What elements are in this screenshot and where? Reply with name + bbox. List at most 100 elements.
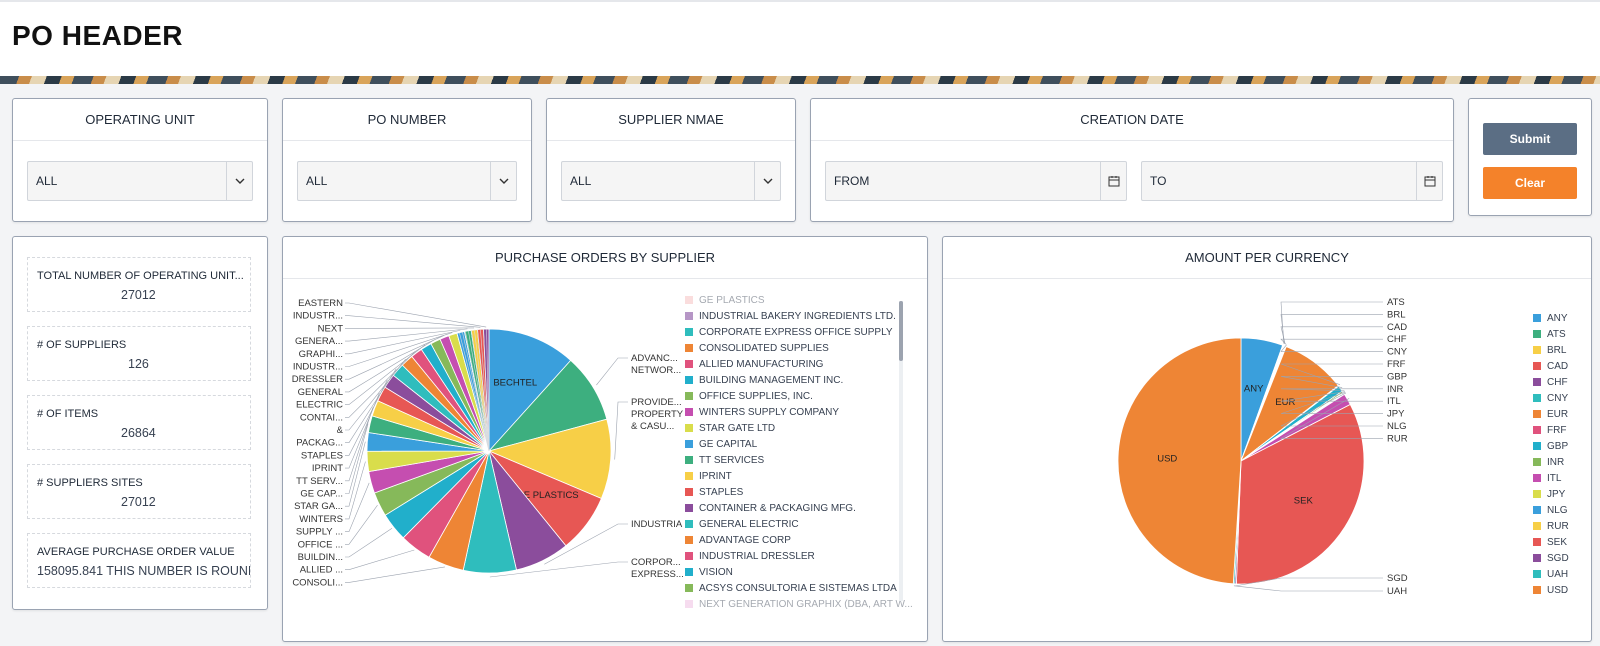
slice-label: GENERAL: [298, 387, 343, 398]
legend-item[interactable]: JPY: [1533, 489, 1565, 505]
slice-label: CHF: [1387, 334, 1407, 345]
pie-slice-usd[interactable]: [1117, 337, 1242, 585]
legend-label: USD: [1547, 585, 1569, 596]
slice-label: CAD: [1387, 322, 1407, 333]
slice-label: ITL: [1387, 396, 1401, 407]
legend-item[interactable]: INDUSTRIAL DRESSLER: [685, 551, 815, 567]
calendar-icon[interactable]: [1100, 162, 1126, 200]
legend-item[interactable]: STAR GATE LTD: [685, 423, 775, 439]
legend-swatch: [1533, 458, 1541, 466]
submit-button[interactable]: Submit: [1483, 123, 1577, 155]
legend-item[interactable]: CONTAINER & PACKAGING MFG.: [685, 503, 856, 519]
legend-item[interactable]: FRF: [1533, 425, 1566, 441]
slice-label: JPY: [1387, 409, 1405, 420]
legend-label: GE CAPITAL: [699, 439, 758, 450]
po-number-label: PO NUMBER: [283, 99, 531, 141]
legend-item[interactable]: GE CAPITAL: [685, 439, 757, 455]
slice-label: INDUSTRIAL BAKERY ...: [631, 519, 683, 530]
legend-item[interactable]: BUILDING MANAGEMENT INC.: [685, 375, 843, 391]
legend-swatch: [1533, 490, 1541, 498]
page-header: PO HEADER: [0, 0, 1600, 76]
legend-item[interactable]: IPRINT: [685, 471, 732, 487]
leader-line: [1280, 338, 1383, 345]
slice-label: ATS: [1387, 297, 1405, 308]
legend-item[interactable]: TT SERVICES: [685, 455, 764, 471]
legend-label: IPRINT: [699, 471, 732, 482]
slice-label: NLG: [1387, 421, 1407, 432]
slice-label: CNY: [1387, 347, 1408, 358]
legend-swatch: [685, 376, 693, 384]
stat-average-po-value: AVERAGE PURCHASE ORDER VALUE 158095.841 …: [27, 533, 251, 588]
legend-item[interactable]: INDUSTRIAL BAKERY INGREDIENTS LTD.: [685, 311, 896, 327]
operating-unit-card: OPERATING UNIT ALL: [12, 98, 268, 222]
legend-item[interactable]: ATS: [1533, 329, 1566, 345]
legend-label: OFFICE SUPPLIES, INC.: [699, 391, 813, 402]
legend-item[interactable]: ACSYS CONSULTORIA E SISTEMAS LTDA: [685, 583, 897, 599]
operating-unit-select[interactable]: ALL: [27, 161, 253, 201]
legend-scrollbar-thumb[interactable]: [899, 301, 903, 361]
stats-card: TOTAL NUMBER OF OPERATING UNIT... 27012 …: [12, 236, 268, 610]
legend-item[interactable]: GBP: [1533, 441, 1568, 457]
legend-item[interactable]: CNY: [1533, 393, 1568, 409]
legend-item[interactable]: ADVANTAGE CORP: [685, 535, 791, 551]
legend-item[interactable]: ITL: [1533, 473, 1561, 489]
legend-item[interactable]: INR: [1533, 457, 1564, 473]
legend-label: STAR GATE LTD: [699, 423, 776, 434]
slice-label: GBP: [1387, 371, 1407, 382]
chevron-down-icon[interactable]: [490, 162, 516, 200]
legend-item[interactable]: UAH: [1533, 569, 1568, 585]
slice-label: INDUSTR...: [293, 311, 343, 322]
legend-swatch: [1533, 426, 1541, 434]
supplier-name-select[interactable]: ALL: [561, 161, 781, 201]
po-number-select[interactable]: ALL: [297, 161, 517, 201]
legend-label: NLG: [1547, 505, 1568, 516]
legend-label: CORPORATE EXPRESS OFFICE SUPPLY: [699, 327, 893, 338]
slice-label: EXPRESS...: [631, 569, 683, 580]
legend-item[interactable]: NLG: [1533, 505, 1568, 521]
chevron-down-icon[interactable]: [226, 162, 252, 200]
legend-item[interactable]: OFFICE SUPPLIES, INC.: [685, 391, 813, 407]
legend-label: CHF: [1547, 377, 1568, 388]
legend-label: CNY: [1547, 393, 1569, 404]
legend-item[interactable]: RUR: [1533, 521, 1569, 537]
slice-label: OFFICE ...: [298, 539, 343, 550]
legend-item[interactable]: BRL: [1533, 345, 1566, 361]
legend-item[interactable]: VISION: [685, 567, 733, 583]
legend-item[interactable]: USD: [1533, 585, 1568, 601]
legend-swatch: [685, 600, 693, 608]
legend-item[interactable]: SGD: [1533, 553, 1569, 569]
slice-label: GE CAP...: [300, 489, 343, 500]
legend-item[interactable]: STAPLES: [685, 487, 743, 503]
date-from-placeholder: FROM: [834, 174, 870, 188]
legend-item[interactable]: ANY: [1533, 313, 1568, 329]
legend-item[interactable]: CORPORATE EXPRESS OFFICE SUPPLY: [685, 327, 893, 343]
legend-scrollbar[interactable]: [899, 301, 903, 601]
calendar-icon[interactable]: [1416, 162, 1442, 200]
legend-item[interactable]: GENERAL ELECTRIC: [685, 519, 799, 535]
legend-label: WINTERS SUPPLY COMPANY: [699, 407, 840, 418]
legend-swatch: [1533, 378, 1541, 386]
creation-date-label: CREATION DATE: [811, 99, 1453, 141]
legend-label: STAPLES: [699, 487, 744, 498]
legend-item[interactable]: WINTERS SUPPLY COMPANY: [685, 407, 839, 423]
slice-label: ANY: [1244, 383, 1264, 394]
clear-button[interactable]: Clear: [1483, 167, 1577, 199]
legend-item[interactable]: CHF: [1533, 377, 1568, 393]
leader-line: [345, 315, 481, 328]
legend-item[interactable]: ALLIED MANUFACTURING: [685, 359, 823, 375]
legend-item[interactable]: CONSOLIDATED SUPPLIES: [685, 343, 829, 359]
chevron-down-icon[interactable]: [754, 162, 780, 200]
date-to-input[interactable]: TO: [1141, 161, 1443, 201]
currency-chart-card: AMOUNT PER CURRENCY ANY EUR SEK USD ATS BRL CA…: [942, 236, 1592, 642]
legend-swatch: [1533, 538, 1541, 546]
legend-swatch: [685, 440, 693, 448]
legend-item[interactable]: GE PLASTICS: [685, 295, 765, 311]
legend-item[interactable]: EUR: [1533, 409, 1568, 425]
date-from-input[interactable]: FROM: [825, 161, 1127, 201]
legend-item[interactable]: NEXT GENERATION GRAPHIX (DBA, ART W...: [685, 599, 913, 615]
legend-label: ANY: [1547, 313, 1568, 324]
legend-item[interactable]: SEK: [1533, 537, 1567, 553]
actions-card: Submit Clear: [1468, 98, 1592, 216]
legend-item[interactable]: CAD: [1533, 361, 1568, 377]
legend-label: EUR: [1547, 409, 1569, 420]
